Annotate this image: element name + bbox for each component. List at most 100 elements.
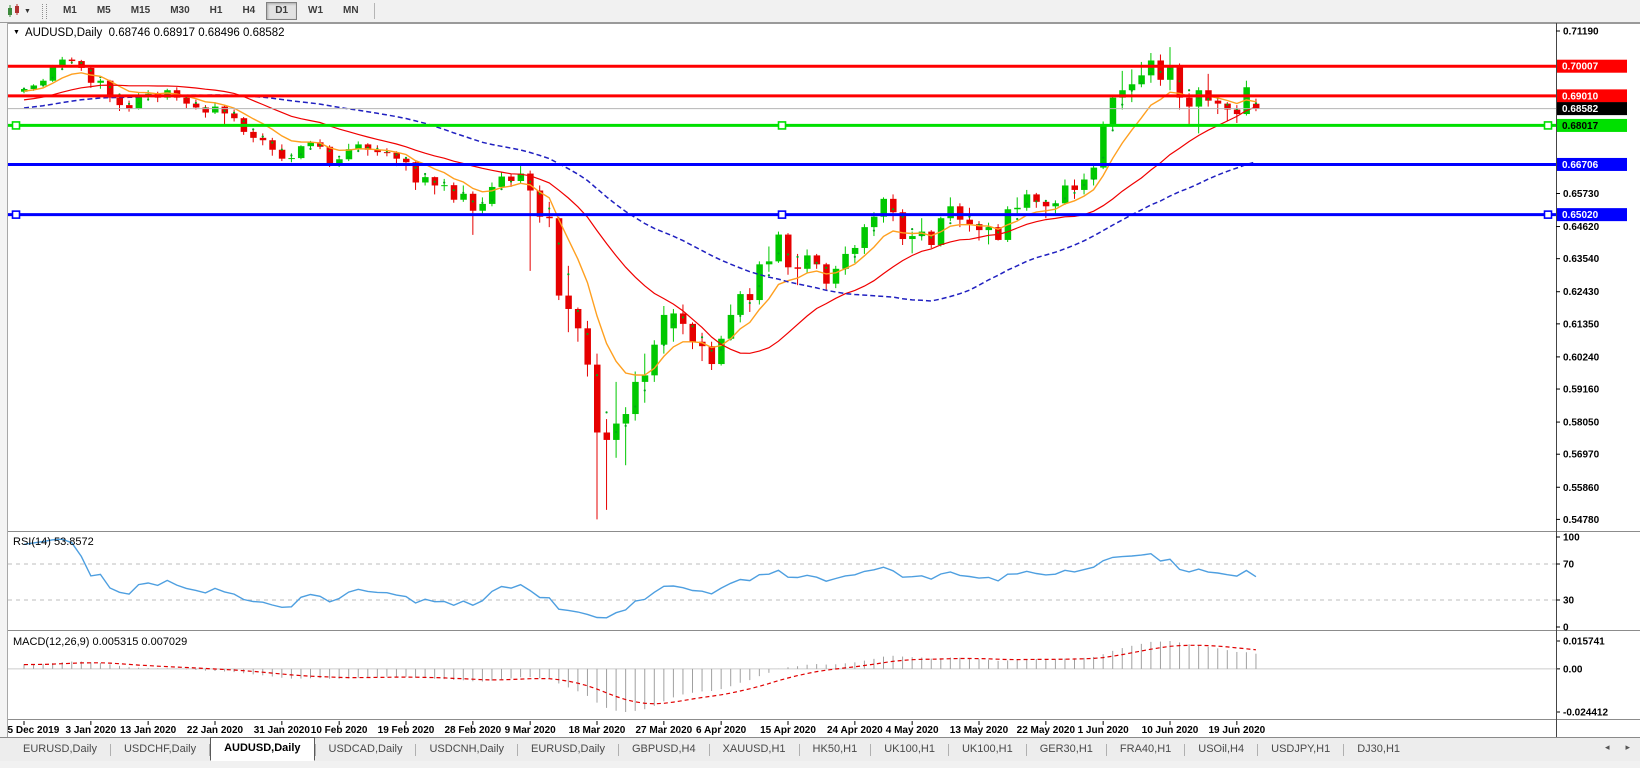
- tab-scroll-left-icon[interactable]: ◂: [1605, 742, 1610, 753]
- candle: [747, 294, 754, 300]
- tab-usdchf-daily[interactable]: USDCHF,Daily: [111, 739, 209, 760]
- price-axis-tick: 0.63540: [1563, 254, 1600, 265]
- candle: [804, 255, 811, 268]
- date-axis-label: 31 Jan 2020: [254, 725, 311, 736]
- tab-usdcad-daily[interactable]: USDCAD,Daily: [316, 739, 416, 760]
- candle: [642, 375, 649, 382]
- tab-uk100-h1[interactable]: UK100,H1: [871, 739, 948, 760]
- candle: [231, 113, 238, 118]
- candle: [680, 313, 687, 323]
- price-axis-tick: 0.55860: [1563, 483, 1600, 494]
- tab-eurusd-daily[interactable]: EURUSD,Daily: [10, 739, 110, 760]
- tab-gbpusd-h4[interactable]: GBPUSD,H4: [619, 739, 709, 760]
- line-handle[interactable]: [779, 122, 786, 129]
- date-axis-label: 22 May 2020: [1017, 725, 1076, 736]
- candle: [1043, 202, 1050, 206]
- candle: [69, 60, 76, 61]
- timeframe-button-mn[interactable]: MN: [334, 2, 368, 20]
- line-handle[interactable]: [13, 122, 20, 129]
- date-axis-label: 24 Apr 2020: [827, 725, 883, 736]
- timeframe-button-h1[interactable]: H1: [201, 2, 232, 20]
- macd-axis-label: 0.00: [1563, 664, 1583, 675]
- candle: [451, 185, 458, 200]
- line-handle[interactable]: [13, 211, 20, 218]
- ohlc-open: 0.68746: [109, 27, 151, 39]
- candlestick-chart-icon: [7, 4, 22, 18]
- line-handle[interactable]: [1545, 211, 1552, 218]
- candle: [632, 382, 639, 414]
- date-axis-label: 3 Jan 2020: [66, 725, 117, 736]
- line-handle[interactable]: [1545, 122, 1552, 129]
- candle: [1062, 185, 1069, 203]
- candle: [422, 177, 429, 182]
- timeframe-button-m1[interactable]: M1: [54, 2, 86, 20]
- candle: [441, 185, 448, 186]
- date-axis-label: 25 Dec 2019: [2, 725, 60, 736]
- candle: [193, 104, 200, 108]
- date-axis-label: 6 Apr 2020: [696, 725, 747, 736]
- candle: [508, 177, 515, 181]
- timeframe-button-m5[interactable]: M5: [88, 2, 120, 20]
- timeframe-button-m30[interactable]: M30: [161, 2, 198, 20]
- candle: [556, 218, 563, 295]
- chart-symbol: AUDUSD,Daily: [25, 27, 102, 39]
- chart-style-dropdown-button[interactable]: ▼: [4, 3, 34, 19]
- candle: [1091, 168, 1098, 180]
- tab-hk50-h1[interactable]: HK50,H1: [800, 739, 871, 760]
- date-axis-label: 9 Mar 2020: [505, 725, 557, 736]
- date-axis-label: 18 Mar 2020: [569, 725, 626, 736]
- candle: [604, 432, 611, 439]
- candle: [785, 235, 792, 268]
- candle: [1072, 185, 1079, 189]
- timeframe-button-h4[interactable]: H4: [233, 2, 264, 20]
- candle: [403, 159, 410, 163]
- window-left-frame: [0, 23, 8, 737]
- tab-scroll-right-icon[interactable]: ▸: [1625, 742, 1630, 753]
- svg-text:0.69010: 0.69010: [1562, 91, 1599, 102]
- tab-dj30-h1[interactable]: DJ30,H1: [1344, 739, 1413, 760]
- candle: [795, 267, 802, 268]
- line-handle[interactable]: [779, 211, 786, 218]
- timeframe-button-w1[interactable]: W1: [299, 2, 332, 20]
- svg-text:0.68017: 0.68017: [1562, 121, 1599, 132]
- svg-text:0.70007: 0.70007: [1562, 62, 1599, 73]
- tab-fra40-h1[interactable]: FRA40,H1: [1107, 739, 1184, 760]
- tab-usdjpy-h1[interactable]: USDJPY,H1: [1258, 739, 1343, 760]
- candle: [1234, 110, 1241, 114]
- timeframe-buttons: M1M5M15M30H1H4D1W1MN: [53, 2, 369, 20]
- date-axis-label: 22 Jan 2020: [187, 725, 244, 736]
- candle: [1100, 126, 1107, 168]
- tab-usdcnh-daily[interactable]: USDCNH,Daily: [416, 739, 517, 760]
- price-axis-tick: 0.60240: [1563, 352, 1600, 363]
- candle: [709, 346, 716, 364]
- symbol-dropdown-icon[interactable]: ▼: [13, 29, 20, 36]
- tab-uk100-h1[interactable]: UK100,H1: [949, 739, 1026, 760]
- candle: [183, 98, 190, 104]
- candle: [966, 220, 973, 224]
- svg-text:0.65020: 0.65020: [1562, 210, 1599, 221]
- toolbar-grip[interactable]: [42, 4, 47, 19]
- candle: [957, 206, 964, 219]
- candle: [661, 315, 668, 345]
- tab-xauusd-h1[interactable]: XAUUSD,H1: [710, 739, 799, 760]
- candle: [1186, 98, 1193, 107]
- tab-audusd-daily[interactable]: AUDUSD,Daily: [210, 737, 314, 761]
- candle: [288, 158, 295, 159]
- macd-axis-label: 0.015741: [1563, 637, 1605, 648]
- candle: [947, 206, 954, 218]
- rsi-axis-label: 0: [1563, 623, 1569, 634]
- candle: [546, 217, 553, 218]
- tab-ger30-h1[interactable]: GER30,H1: [1027, 739, 1106, 760]
- chart-canvas[interactable]: 0.0157410.00-0.0244120.711900.657300.646…: [0, 0, 1640, 768]
- date-axis-label: 19 Feb 2020: [378, 725, 435, 736]
- tab-eurusd-daily[interactable]: EURUSD,Daily: [518, 739, 618, 760]
- chevron-down-icon: ▼: [24, 8, 31, 15]
- timeframe-button-m15[interactable]: M15: [122, 2, 159, 20]
- date-axis-label: 4 May 2020: [886, 725, 939, 736]
- timeframe-button-d1[interactable]: D1: [266, 2, 297, 20]
- price-axis-tick: 0.59160: [1563, 385, 1600, 396]
- tab-usoil-h4[interactable]: USOil,H4: [1185, 739, 1257, 760]
- candle: [1110, 98, 1117, 126]
- macd-indicator-label: MACD(12,26,9) 0.005315 0.007029: [13, 636, 187, 648]
- price-axis-tick: 0.65730: [1563, 189, 1600, 200]
